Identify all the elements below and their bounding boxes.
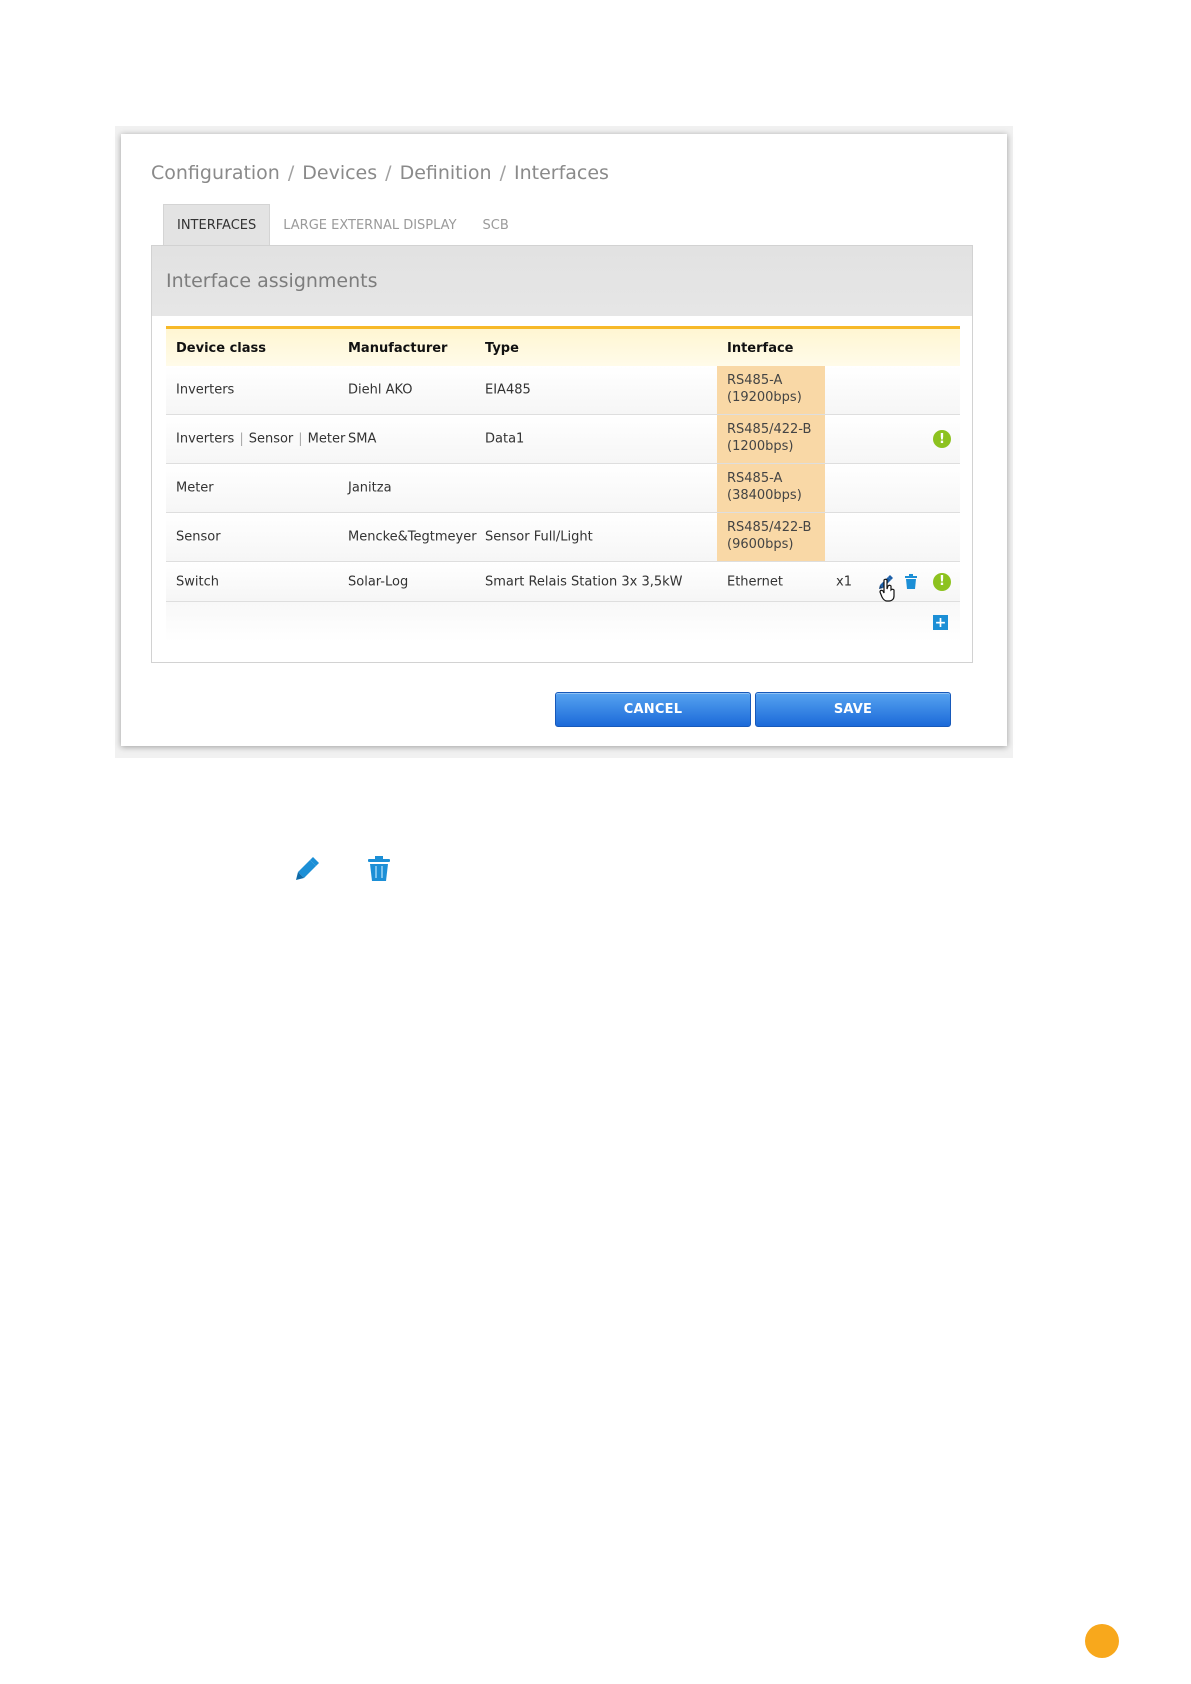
exclamation-circle-icon[interactable]: ! <box>933 430 951 448</box>
tab-scb[interactable]: SCB <box>470 204 522 246</box>
breadcrumb-separator: / <box>287 162 295 184</box>
exclamation-circle-icon[interactable]: ! <box>933 572 951 591</box>
interface-cell: Ethernet <box>717 562 825 601</box>
type-cell: Sensor Full/Light <box>485 529 593 545</box>
pencil-icon <box>295 856 321 886</box>
table-row[interactable]: Meter Janitza RS485-A (38400bps) <box>166 464 960 513</box>
device-class-cell: Meter <box>176 480 214 496</box>
device-class-part: Meter <box>307 431 346 447</box>
interface-name: RS485-A <box>727 471 783 486</box>
device-class-cell: Switch <box>176 574 219 589</box>
manufacturer-cell: Mencke&Tegtmeyer <box>348 529 477 545</box>
breadcrumb-item-definition[interactable]: Definition <box>400 162 492 184</box>
manufacturer-cell: SMA <box>348 431 377 447</box>
device-class-cell: Inverters | Sensor | Meter <box>176 432 345 447</box>
table-row[interactable]: Inverters Diehl AKO EIA485 RS485-A (1920… <box>166 366 960 415</box>
interface-baudrate: (19200bps) <box>727 390 802 405</box>
device-class-cell: Inverters <box>176 382 235 398</box>
manufacturer-cell: Solar-Log <box>348 574 409 589</box>
type-cell: Data1 <box>485 431 525 447</box>
interface-table: Device class Manufacturer Type Interface… <box>166 326 960 642</box>
table-row[interactable]: Switch Solar-Log Smart Relais Station 3x… <box>166 562 960 602</box>
table-row[interactable]: Sensor Mencke&Tegtmeyer Sensor Full/Ligh… <box>166 513 960 562</box>
hand-pointer-cursor <box>878 578 898 602</box>
separator-pipe: | <box>239 431 244 447</box>
tab-large-external-display[interactable]: LARGE EXTERNAL DISPLAY <box>270 204 469 246</box>
breadcrumb-item-devices[interactable]: Devices <box>302 162 377 184</box>
manufacturer-cell: Diehl AKO <box>348 382 413 398</box>
device-class-part: Sensor <box>248 431 294 447</box>
breadcrumb-separator: / <box>499 162 506 184</box>
page-marker <box>1085 1624 1119 1658</box>
configuration-panel: Configuration / Devices / Definition / Interfa… <box>121 134 1007 746</box>
device-class-part: Inverters <box>176 431 235 447</box>
interface-name: Ethernet <box>727 574 783 589</box>
save-button[interactable]: SAVE <box>755 692 951 727</box>
interface-cell: RS485-A (19200bps) <box>717 366 825 414</box>
device-class-cell: Sensor <box>176 529 221 545</box>
trash-icon[interactable] <box>904 573 918 590</box>
interface-assignments-section: Interface assignments Device class Manuf… <box>151 245 973 663</box>
interface-cell: RS485/422-B (9600bps) <box>717 513 825 561</box>
table-header: Device class Manufacturer Type Interface <box>166 326 960 366</box>
type-cell: EIA485 <box>485 382 531 398</box>
breadcrumb-separator: / <box>385 162 392 184</box>
interface-baudrate: (9600bps) <box>727 537 794 552</box>
table-row[interactable]: Inverters | Sensor | Meter SMA Data1 RS485/4… <box>166 415 960 464</box>
device-count: x1 <box>836 574 852 589</box>
section-title: Interface assignments <box>166 270 378 292</box>
separator-pipe: | <box>298 431 303 447</box>
column-header-type: Type <box>485 341 519 356</box>
interface-baudrate: (1200bps) <box>727 439 794 454</box>
add-row: + <box>166 602 960 642</box>
breadcrumb-item-configuration[interactable]: Configuration <box>151 162 280 184</box>
interface-name: RS485/422-B <box>727 520 812 535</box>
column-header-interface: Interface <box>727 341 794 356</box>
interface-name: RS485/422-B <box>727 422 812 437</box>
cancel-button[interactable]: CANCEL <box>555 692 751 727</box>
plus-square-icon[interactable]: + <box>933 615 948 630</box>
column-header-manufacturer: Manufacturer <box>348 341 448 356</box>
type-cell: Smart Relais Station 3x 3,5kW <box>485 574 683 589</box>
column-header-device-class: Device class <box>176 341 266 356</box>
trash-icon <box>367 856 391 886</box>
interface-cell: RS485-A (38400bps) <box>717 464 825 512</box>
tab-bar: INTERFACES LARGE EXTERNAL DISPLAY SCB <box>163 204 522 246</box>
interface-baudrate: (38400bps) <box>727 488 802 503</box>
interface-name: RS485-A <box>727 373 783 388</box>
manufacturer-cell: Janitza <box>348 480 392 496</box>
interface-cell: RS485/422-B (1200bps) <box>717 415 825 463</box>
tab-interfaces[interactable]: INTERFACES <box>163 204 271 246</box>
breadcrumb-item-interfaces: Interfaces <box>513 162 609 184</box>
breadcrumb: Configuration / Devices / Definition / Interfa… <box>151 162 609 184</box>
